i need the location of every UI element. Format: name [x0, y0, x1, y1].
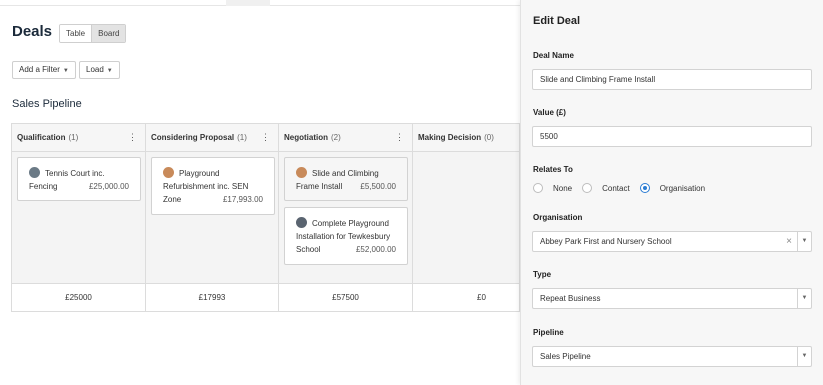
column-body: Tennis Court inc. Fencing £25,000.00	[12, 152, 145, 283]
relates-to-label: Relates To	[533, 165, 573, 174]
top-tab-bar	[0, 0, 520, 6]
column-header: Considering Proposal (1) ⋮	[146, 124, 278, 152]
pipeline-column-making-decision: Making Decision (0) £0	[413, 124, 519, 311]
deal-card-title: Complete Playground	[312, 219, 389, 228]
column-name: Considering Proposal	[151, 133, 235, 142]
column-count: (0)	[484, 133, 494, 142]
column-total: £17993	[146, 283, 278, 311]
deal-card-subtitle: Refurbishment inc. SEN	[163, 182, 249, 191]
radio-none-label: None	[553, 183, 573, 193]
column-body: Slide and Climbing Frame Install £5,500.…	[279, 152, 412, 283]
pipeline-board: Qualification (1) ⋮ Tennis Court inc. Fen…	[11, 123, 520, 312]
pipeline-column-qualification: Qualification (1) ⋮ Tennis Court inc. Fen…	[12, 124, 146, 311]
avatar	[296, 217, 307, 228]
pipeline-title: Sales Pipeline	[12, 98, 82, 110]
avatar	[163, 167, 174, 178]
radio-contact[interactable]	[582, 183, 593, 193]
add-filter-label: Add a Filter	[19, 65, 60, 74]
load-label: Load	[86, 65, 104, 74]
table-view-button[interactable]: Table	[60, 25, 92, 42]
clear-icon[interactable]: ×	[786, 232, 792, 251]
pipeline-value: Sales Pipeline	[540, 352, 591, 361]
relates-to-radio-group: None Contact Organisation	[533, 183, 715, 193]
chevron-down-icon: ▼	[106, 68, 113, 74]
deal-name-input[interactable]: Slide and Climbing Frame Install	[532, 69, 812, 90]
panel-title: Edit Deal	[533, 15, 581, 27]
deal-card[interactable]: Complete Playground Installation for Tew…	[284, 207, 408, 265]
column-total: £57500	[279, 283, 412, 311]
pipeline-column-negotiation: Negotiation (2) ⋮ Slide and Climbing Fram…	[279, 124, 413, 311]
value-input[interactable]: 5500	[532, 126, 812, 147]
column-body: Playground Refurbishment inc. SEN Zone £…	[146, 152, 278, 283]
column-count: (1)	[237, 133, 247, 142]
type-value: Repeat Business	[540, 294, 601, 303]
deal-card-amount: £25,000.00	[88, 182, 129, 191]
deal-card-subtitle: Fencing	[29, 182, 58, 191]
radio-none[interactable]	[533, 183, 543, 193]
deal-card-subtitle: Frame Install	[296, 182, 343, 191]
radio-contact-label: Contact	[602, 183, 630, 193]
avatar	[296, 167, 307, 178]
value-label: Value (£)	[533, 108, 566, 117]
avatar	[29, 167, 40, 178]
deal-name-label: Deal Name	[533, 51, 574, 60]
page-title: Deals	[12, 23, 53, 40]
column-header: Qualification (1) ⋮	[12, 124, 145, 152]
chevron-down-icon[interactable]: ▼	[797, 232, 811, 251]
deal-card-subtitle: Installation for Tewkesbury	[296, 232, 391, 241]
deal-card-title: Playground	[179, 169, 220, 178]
column-count: (1)	[68, 133, 79, 142]
deal-card[interactable]: Playground Refurbishment inc. SEN Zone £…	[151, 157, 275, 215]
column-menu-icon[interactable]: ⋮	[261, 124, 270, 151]
deal-card-amount: £52,000.00	[355, 245, 396, 254]
column-body	[413, 152, 519, 283]
edit-deal-panel: Edit Deal Deal Name Slide and Climbing F…	[520, 0, 823, 385]
chevron-down-icon: ▼	[62, 68, 69, 74]
column-header: Making Decision (0)	[413, 124, 519, 152]
pipeline-select[interactable]: Sales Pipeline ▼	[532, 346, 812, 367]
view-toggle: Table Board	[59, 24, 127, 43]
board-view-button[interactable]: Board	[91, 25, 126, 42]
radio-organisation[interactable]	[639, 183, 650, 193]
column-total: £0	[413, 283, 519, 311]
organisation-label: Organisation	[533, 213, 583, 222]
deal-card-subtitle-2: School	[296, 245, 321, 254]
column-menu-icon[interactable]: ⋮	[128, 124, 137, 151]
deal-card[interactable]: Tennis Court inc. Fencing £25,000.00	[17, 157, 141, 201]
type-label: Type	[533, 270, 552, 279]
column-name: Qualification	[17, 133, 66, 142]
deal-card-title: Tennis Court inc.	[45, 169, 105, 178]
deal-card-amount: £5,500.00	[360, 182, 396, 191]
deal-card-selected[interactable]: Slide and Climbing Frame Install £5,500.…	[284, 157, 408, 201]
deal-card-subtitle-2: Zone	[163, 195, 182, 204]
radio-organisation-label: Organisation	[659, 183, 706, 193]
load-button[interactable]: Load ▼	[79, 61, 120, 79]
column-name: Negotiation	[284, 133, 328, 142]
chevron-down-icon[interactable]: ▼	[797, 347, 811, 366]
column-count: (2)	[331, 133, 341, 142]
column-header: Negotiation (2) ⋮	[279, 124, 412, 152]
column-menu-icon[interactable]: ⋮	[395, 124, 404, 151]
deal-card-title: Slide and Climbing	[312, 169, 379, 178]
pipeline-column-considering-proposal: Considering Proposal (1) ⋮ Playground Ref…	[146, 124, 279, 311]
organisation-value: Abbey Park First and Nursery School	[540, 237, 672, 246]
top-tab[interactable]	[226, 0, 270, 6]
add-filter-button[interactable]: Add a Filter ▼	[12, 61, 76, 79]
column-total: £25000	[12, 283, 145, 311]
chevron-down-icon[interactable]: ▼	[797, 289, 811, 308]
organisation-select[interactable]: Abbey Park First and Nursery School × ▼	[532, 231, 812, 252]
type-select[interactable]: Repeat Business ▼	[532, 288, 812, 309]
pipeline-label: Pipeline	[533, 328, 564, 337]
column-name: Making Decision	[418, 133, 482, 142]
deal-card-amount: £17,993.00	[222, 195, 263, 204]
